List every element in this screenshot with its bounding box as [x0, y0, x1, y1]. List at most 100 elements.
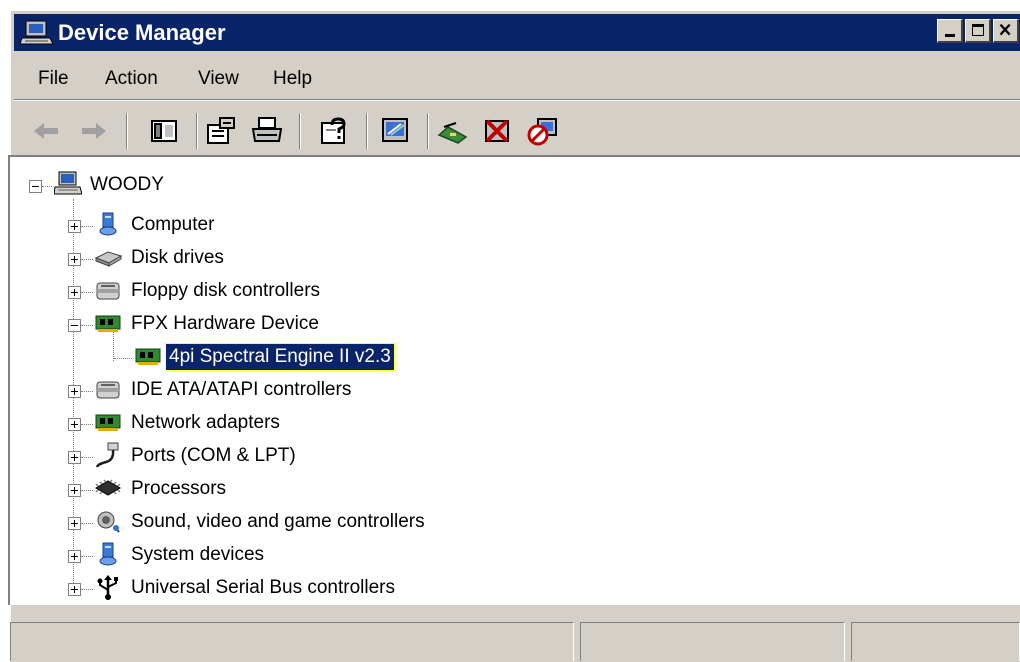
disable-button[interactable] [526, 115, 560, 147]
tree-label: FPX Hardware Device [131, 313, 319, 334]
printer-icon [251, 117, 283, 142]
help-button[interactable] [318, 115, 352, 147]
tree-label: Computer [131, 214, 215, 235]
minimize-button[interactable] [937, 19, 963, 43]
usb-icon [94, 574, 122, 600]
expand-icon[interactable] [68, 418, 81, 431]
menu-help[interactable]: Help [273, 67, 312, 91]
tree-label: Sound, video and game controllers [131, 511, 425, 532]
tree-connector [81, 292, 93, 293]
update-driver-icon [437, 122, 468, 144]
tree-root-woody[interactable]: WOODY [10, 171, 510, 201]
tree-item-sound-video-game-controllers[interactable]: Sound, video and game controllers [10, 508, 530, 538]
device-manager-icon [19, 19, 54, 47]
tree-label: IDE ATA/ATAPI controllers [131, 379, 352, 400]
back-arrow-icon [34, 123, 58, 139]
menu-file[interactable]: File [38, 67, 69, 91]
window-title: Device Manager [58, 20, 226, 45]
menu-view[interactable]: View [198, 67, 239, 91]
device-tree[interactable]: WOODY Computer Disk drives Floppy disk c… [8, 155, 1020, 605]
tree-connector [81, 259, 93, 260]
tree-label: Disk drives [131, 247, 224, 268]
collapse-icon[interactable] [29, 180, 42, 193]
tree-label: WOODY [90, 174, 164, 195]
menu-bar: File Action View Help [14, 57, 1020, 99]
tree-connector [42, 186, 52, 187]
forward-arrow-icon [82, 123, 106, 139]
tree-connector [81, 457, 93, 458]
tree-connector [81, 391, 93, 392]
toolbar-separator [196, 113, 198, 149]
scan-hardware-button[interactable] [379, 115, 413, 147]
expand-icon[interactable] [68, 484, 81, 497]
menu-action[interactable]: Action [105, 67, 158, 91]
tree-item-usb-controllers[interactable]: Universal Serial Bus controllers [10, 574, 510, 604]
tree-item-4pi-spectral-engine[interactable]: 4pi Spectral Engine II v2.3 [10, 343, 510, 373]
toolbar-separator [366, 113, 368, 149]
forward-button[interactable] [76, 115, 110, 147]
title-bar[interactable]: Device Manager [14, 14, 1020, 51]
tree-label: Ports (COM & LPT) [131, 445, 296, 466]
properties-button[interactable] [204, 115, 238, 147]
disable-icon [527, 118, 557, 146]
tree-item-processors[interactable]: Processors [10, 475, 510, 505]
status-panel [851, 622, 1020, 661]
tree-connector [81, 325, 93, 326]
tree-item-network-adapters[interactable]: Network adapters [10, 409, 510, 439]
tree-connector [81, 226, 93, 227]
update-driver-button[interactable] [436, 115, 470, 147]
tree-item-system-devices[interactable]: System devices [10, 541, 510, 571]
tree-connector [114, 358, 132, 359]
expand-icon[interactable] [68, 550, 81, 563]
circuit-board-icon [134, 343, 162, 369]
disk-drive-icon [94, 244, 123, 270]
maximize-button[interactable] [965, 19, 991, 43]
status-bar [8, 622, 1020, 661]
maximize-icon [972, 24, 984, 36]
collapse-icon[interactable] [68, 319, 81, 332]
tree-item-disk-drives[interactable]: Disk drives [10, 244, 510, 274]
expand-icon[interactable] [68, 220, 81, 233]
tree-item-computer[interactable]: Computer [10, 211, 510, 241]
toolbar [14, 103, 1020, 163]
tree-connector [81, 589, 93, 590]
back-button[interactable] [30, 115, 64, 147]
toolbar-separator [299, 113, 301, 149]
ide-controller-icon [94, 376, 122, 402]
tree-connector [81, 490, 93, 491]
expand-icon[interactable] [68, 385, 81, 398]
system-devices-icon [94, 541, 122, 567]
print-button[interactable] [250, 115, 284, 147]
properties-icon [207, 117, 235, 144]
tree-connector [81, 424, 93, 425]
scan-hardware-icon [382, 118, 408, 142]
tree-connector [81, 523, 93, 524]
toolbar-separator [126, 113, 128, 149]
port-icon [94, 442, 122, 468]
expand-icon[interactable] [68, 517, 81, 530]
computer-category-icon [94, 211, 122, 237]
expand-icon[interactable] [68, 583, 81, 596]
tree-item-ide-ata-atapi-controllers[interactable]: IDE ATA/ATAPI controllers [10, 376, 510, 406]
tree-label: Universal Serial Bus controllers [131, 577, 395, 598]
tree-label: Floppy disk controllers [131, 280, 321, 301]
processor-icon [94, 475, 122, 501]
close-button[interactable] [993, 19, 1019, 43]
tree-item-fpx-hardware-device[interactable]: FPX Hardware Device [10, 310, 510, 340]
circuit-board-icon [94, 310, 122, 336]
expand-icon[interactable] [68, 451, 81, 464]
computer-icon [53, 171, 83, 197]
toolbar-separator [427, 113, 429, 149]
uninstall-button[interactable] [481, 115, 515, 147]
expand-icon[interactable] [68, 253, 81, 266]
speaker-icon [94, 508, 122, 534]
tree-label: System devices [131, 544, 265, 565]
tree-label-selected: 4pi Spectral Engine II v2.3 [165, 343, 395, 371]
console-tree-icon [151, 120, 177, 142]
tree-label: Network adapters [131, 412, 280, 433]
expand-icon[interactable] [68, 286, 81, 299]
tree-item-floppy-disk-controllers[interactable]: Floppy disk controllers [10, 277, 510, 307]
tree-item-ports[interactable]: Ports (COM & LPT) [10, 442, 510, 472]
show-hide-console-tree-button[interactable] [147, 115, 181, 147]
status-panel [580, 622, 845, 661]
